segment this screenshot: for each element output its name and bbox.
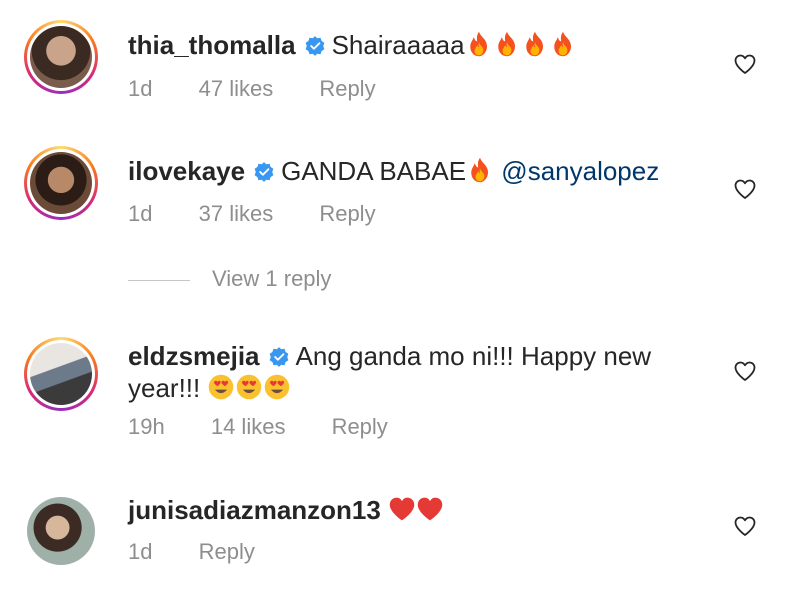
like-heart-icon[interactable] xyxy=(733,359,757,383)
fire-emoji-icon xyxy=(465,30,493,58)
like-heart-icon[interactable] xyxy=(733,52,757,76)
comment-text: GANDA BABAE xyxy=(281,156,467,186)
username[interactable]: thia_thomalla xyxy=(128,30,296,60)
view-replies-button[interactable]: View 1 reply xyxy=(128,266,331,292)
view-replies-label: View 1 reply xyxy=(212,266,332,291)
red-heart-emoji-icon xyxy=(416,495,444,523)
likes-count[interactable]: 14 likes xyxy=(211,414,286,439)
heart-eyes-emoji-icon xyxy=(235,373,263,401)
comment-text-continued: year!!! xyxy=(128,373,201,403)
reply-button[interactable]: Reply xyxy=(319,201,375,226)
verified-badge-icon xyxy=(304,35,326,57)
fire-emoji-icon xyxy=(521,30,549,58)
likes-count[interactable]: 47 likes xyxy=(199,76,274,101)
story-ring[interactable] xyxy=(24,20,98,94)
comment-time: 1d xyxy=(128,76,153,101)
avatar xyxy=(30,152,92,214)
username[interactable]: ilovekaye xyxy=(128,156,245,186)
avatar[interactable] xyxy=(27,497,95,565)
like-heart-icon[interactable] xyxy=(733,514,757,538)
story-ring[interactable] xyxy=(24,337,98,411)
comment-text: Shairaaaaa xyxy=(331,30,465,60)
reply-button[interactable]: Reply xyxy=(319,76,375,101)
likes-count[interactable]: 37 likes xyxy=(199,201,274,226)
mention-link[interactable]: @sanyalopez xyxy=(501,156,659,186)
username[interactable]: junisadiazmanzon13 xyxy=(128,495,381,525)
comment-text: Ang ganda mo ni!!! Happy new xyxy=(295,341,652,371)
reply-button[interactable]: Reply xyxy=(199,539,255,564)
divider xyxy=(128,279,190,281)
fire-emoji-icon xyxy=(493,30,521,58)
username[interactable]: eldzsmejia xyxy=(128,341,260,371)
fire-emoji-icon xyxy=(549,30,577,58)
avatar xyxy=(30,26,92,88)
comment-time: 19h xyxy=(128,414,165,439)
comment-time: 1d xyxy=(128,201,153,226)
verified-badge-icon xyxy=(268,346,290,368)
like-heart-icon[interactable] xyxy=(733,177,757,201)
avatar xyxy=(30,343,92,405)
fire-emoji-icon xyxy=(466,156,494,184)
reply-button[interactable]: Reply xyxy=(332,414,388,439)
verified-badge-icon xyxy=(253,161,275,183)
heart-eyes-emoji-icon xyxy=(207,373,235,401)
heart-eyes-emoji-icon xyxy=(263,373,291,401)
red-heart-emoji-icon xyxy=(388,495,416,523)
story-ring[interactable] xyxy=(24,146,98,220)
comment-time: 1d xyxy=(128,539,153,564)
